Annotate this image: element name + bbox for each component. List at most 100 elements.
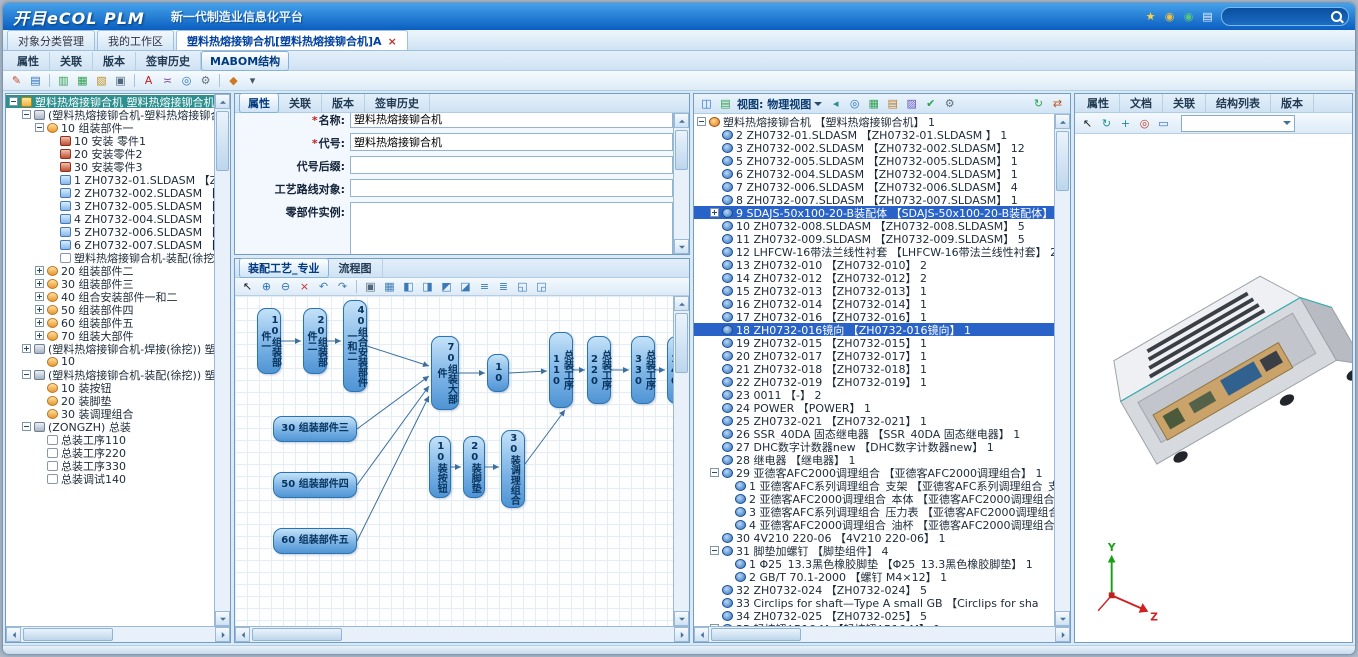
scroll-thumb[interactable] (711, 628, 801, 641)
select-cursor-icon[interactable]: ↖ (1079, 116, 1096, 131)
tree-row[interactable]: 32 ZH0732-024 【ZH0732-024】 5 (694, 583, 1054, 596)
tree-row[interactable]: 25 ZH0732-021 【ZH0732-021】 1 (694, 414, 1054, 427)
align-top-icon[interactable]: ◩ (438, 279, 455, 294)
scroll-track[interactable] (215, 109, 230, 611)
tree-row[interactable]: 10 (6, 355, 214, 368)
flow-node[interactable]: 10 (487, 354, 509, 392)
tree-row[interactable]: 20 组装部件二 (6, 264, 214, 277)
tree-row[interactable]: 23 0011 【-】 2 (694, 388, 1054, 401)
tree-row[interactable]: 30 组装部件三 (6, 277, 214, 290)
scroll-right-button[interactable] (674, 627, 689, 642)
distribute-v-icon[interactable]: ≣ (495, 279, 512, 294)
tree-row[interactable]: 9 SDAJS-50x100-20-B装配体 【SDAJS-50x100-20-… (694, 206, 1054, 219)
scroll-right-button[interactable] (215, 627, 230, 642)
tree-row[interactable]: 33 Circlips for shaft—Type A small GB 【C… (694, 596, 1054, 609)
compare-icon[interactable]: ≍ (159, 73, 176, 88)
horizontal-scrollbar[interactable] (6, 626, 230, 642)
tree-row[interactable]: 11 ZH0732-009.SLDASM 【ZH0732-009.SLDASM】… (694, 232, 1054, 245)
tab-flow-diagram[interactable]: 流程图 (329, 259, 383, 277)
scroll-down-button[interactable] (674, 239, 689, 254)
tree-view-icon[interactable]: ◫ (698, 96, 715, 111)
tree-row[interactable]: 12 LHFCW-16带法兰线性衬套 【LHFCW-16带法兰线性衬套】 2 (694, 245, 1054, 258)
scroll-left-button[interactable] (694, 627, 709, 642)
scroll-up-button[interactable] (674, 296, 689, 311)
scroll-thumb[interactable] (252, 628, 342, 641)
tab-versions[interactable]: 版本 (93, 52, 136, 70)
tab-attributes[interactable]: 属性 (7, 52, 50, 70)
align-bottom-icon[interactable]: ◪ (457, 279, 474, 294)
collapse-icon[interactable] (710, 546, 719, 555)
zoom-icon[interactable]: ◎ (1136, 116, 1153, 131)
scroll-track[interactable] (21, 627, 215, 642)
tree-row[interactable]: 20 装脚垫 (6, 394, 214, 407)
tree-row[interactable]: 8 ZH0732-007.SLDASM 【ZH0732-007.SLDASM】 … (694, 193, 1054, 206)
align-right-icon[interactable]: ◨ (419, 279, 436, 294)
rotate-icon[interactable]: ↻ (1098, 116, 1115, 131)
delete-node-icon[interactable]: × (296, 279, 313, 294)
scroll-up-button[interactable] (1055, 114, 1070, 129)
tree-row[interactable]: 19 ZH0732-015 【ZH0732-015】 1 (694, 336, 1054, 349)
tree-row[interactable]: 5 ZH0732-006.SLDASM 【ZH07 (6, 225, 214, 238)
tab-object-category-mgmt[interactable]: 对象分类管理 (7, 30, 95, 50)
tree-row[interactable]: (塑料热熔接铆合机-装配(徐挖)) 塑 (6, 368, 214, 381)
tree-row[interactable]: 3 亚德客AFC系列调理组合_压力表 【亚德客AFC2000调理组合_压力 (694, 505, 1054, 518)
tab-mabom-structure[interactable]: MABOM结构 (201, 51, 289, 71)
grid-toggle-icon[interactable]: ▦ (381, 279, 398, 294)
document-view-icon[interactable]: ▤ (717, 96, 734, 111)
more-dropdown-icon[interactable]: ▾ (244, 73, 261, 88)
tree-row[interactable]: 1 ZH0732-01.SLDASM 【ZH073 (6, 173, 214, 186)
tree-row[interactable]: (塑料热熔接铆合机-塑料热熔接铆合机-装配(徐挖)) (6, 108, 214, 121)
flow-node[interactable]: 60 组装部件五 (273, 528, 357, 554)
copy-icon[interactable]: ▥ (55, 73, 72, 88)
flow-node[interactable]: 10装按钮 (429, 436, 451, 498)
tab-documents[interactable]: 文档 (1120, 94, 1163, 112)
tree-row[interactable]: 20 安装零件2 (6, 147, 214, 160)
tree-row[interactable]: (塑料热熔接铆合机-焊接(徐挖)) 塑 (6, 342, 214, 355)
tab-my-workspace[interactable]: 我的工作区 (97, 30, 174, 50)
zoom-window-icon[interactable]: ▭ (1155, 116, 1172, 131)
tree-row[interactable]: 26 SSR_40DA 固态继电器 【SSR_40DA 固态继电器】 1 (694, 427, 1054, 440)
collapse-icon[interactable] (697, 117, 706, 126)
back-icon[interactable]: ◂ (827, 96, 844, 111)
flow-canvas[interactable]: 10组装部件一20组装部件二40组合安装部件一和二70组装大部件10总装工序11… (235, 296, 673, 626)
settings-gear-icon[interactable]: ⚙ (197, 73, 214, 88)
horizontal-scrollbar[interactable] (235, 626, 689, 642)
scroll-track[interactable] (674, 311, 689, 611)
tree-row[interactable]: 70 组装大部件 (6, 329, 214, 342)
flow-node[interactable]: 总装工序330 (631, 336, 655, 404)
scroll-thumb[interactable] (23, 628, 113, 641)
full-extent-icon[interactable]: ◲ (533, 279, 550, 294)
scroll-track[interactable] (250, 627, 674, 642)
flow-node[interactable]: 50 组装部件四 (273, 472, 357, 498)
tree-row[interactable]: 30 装调理组合 (6, 407, 214, 420)
tree-row[interactable]: 5 ZH0732-005.SLDASM 【ZH0732-005.SLDASM】 … (694, 154, 1054, 167)
view-mode-label[interactable]: 视图: 物理视图 (737, 96, 811, 112)
export-doc-icon[interactable]: A (140, 73, 157, 88)
global-search-input[interactable] (1221, 7, 1349, 26)
close-tab-icon[interactable]: × (388, 35, 397, 48)
scroll-up-button[interactable] (215, 94, 230, 109)
vertical-scrollbar[interactable] (673, 113, 689, 254)
edit-icon[interactable]: ✎ (8, 73, 25, 88)
route-object-field[interactable] (350, 179, 673, 197)
status-indicator-icon[interactable]: ◉ (1180, 9, 1197, 24)
tree-row[interactable]: 3 ZH0732-002.SLDASM 【ZH0732-002.SLDASM】 … (694, 141, 1054, 154)
flow-node[interactable]: 总装工序110 (549, 332, 573, 408)
tree-row[interactable]: 30 安装零件3 (6, 160, 214, 173)
favorites-star-icon[interactable]: ★ (1142, 9, 1159, 24)
view-mode-dropdown-icon[interactable] (814, 102, 822, 110)
tree-row[interactable]: 总装工序220 (6, 446, 214, 459)
export-icon[interactable]: ▨ (903, 96, 920, 111)
tree-row[interactable]: 3 ZH0732-005.SLDASM 【ZH07 (6, 199, 214, 212)
3d-viewport[interactable]: Y Z (1075, 134, 1352, 642)
zoom-out-icon[interactable]: ⊖ (277, 279, 294, 294)
tree-row[interactable]: 30 4V210 220-06 【4V210 220-06】 1 (694, 531, 1054, 544)
tree-row[interactable]: 总装调试140 (6, 472, 214, 485)
search-icon[interactable]: ◎ (178, 73, 195, 88)
redo-icon[interactable]: ↷ (334, 279, 351, 294)
expand-icon[interactable] (35, 305, 44, 314)
expand-all-icon[interactable]: ▦ (865, 96, 882, 111)
horizontal-scrollbar[interactable] (694, 626, 1070, 642)
tree-row[interactable]: 2 ZH0732-01.SLDASM 【ZH0732-01.SLDASM 】 1 (694, 128, 1054, 141)
tree-row[interactable]: 18 ZH0732-016镜向 【ZH0732-016镜向】 1 (694, 323, 1054, 336)
